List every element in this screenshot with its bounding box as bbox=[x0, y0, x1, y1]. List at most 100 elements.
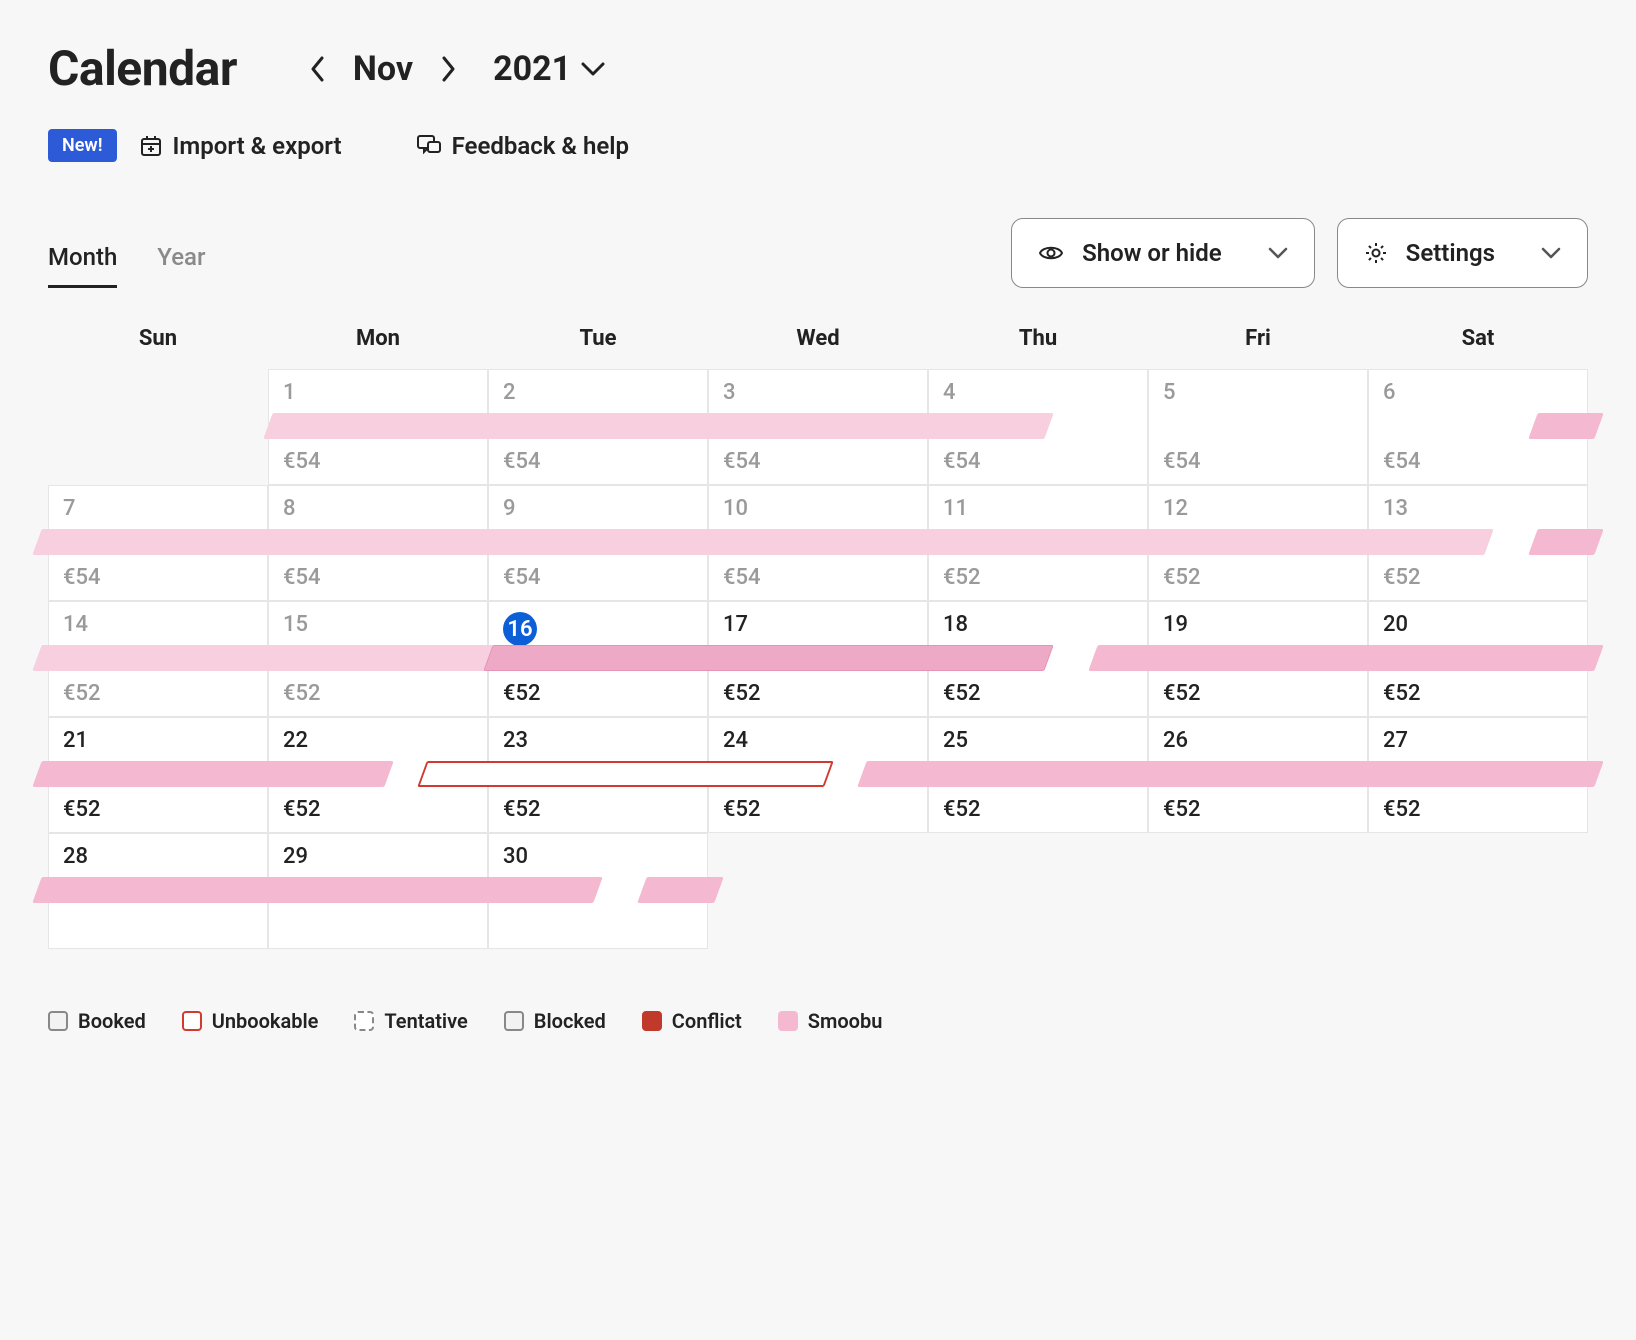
toolbar: New! Import & export Feedback & help bbox=[48, 129, 1588, 162]
legend-tentative-label: Tentative bbox=[384, 1009, 467, 1033]
day-number: 11 bbox=[943, 496, 1133, 521]
day-cell[interactable]: 10€54 bbox=[708, 485, 928, 601]
day-number: 27 bbox=[1383, 728, 1573, 753]
day-cell[interactable]: 26€52 bbox=[1148, 717, 1368, 833]
settings-dropdown[interactable]: Settings bbox=[1337, 218, 1588, 288]
day-price: €52 bbox=[1383, 565, 1573, 590]
day-number: 21 bbox=[63, 728, 253, 753]
day-price: €52 bbox=[63, 681, 253, 706]
tab-month[interactable]: Month bbox=[48, 243, 117, 288]
day-cell[interactable]: 6€54 bbox=[1368, 369, 1588, 485]
day-cell[interactable]: 14€52 bbox=[48, 601, 268, 717]
day-number: 24 bbox=[723, 728, 913, 753]
blocked-swatch-icon bbox=[504, 1011, 524, 1031]
legend-booked-label: Booked bbox=[78, 1009, 146, 1033]
settings-label: Settings bbox=[1406, 239, 1495, 267]
day-cell bbox=[1148, 833, 1368, 949]
day-price: €52 bbox=[283, 797, 473, 822]
view-tabs: Month Year bbox=[48, 243, 205, 288]
day-number: 29 bbox=[283, 844, 473, 869]
day-cell[interactable]: 1 €54 bbox=[268, 369, 488, 485]
dow-cell: Tue bbox=[488, 316, 708, 369]
week-row: 28 29 30 bbox=[48, 833, 1588, 949]
chevron-down-icon bbox=[581, 62, 605, 76]
day-cell bbox=[48, 369, 268, 485]
feedback-help-button[interactable]: Feedback & help bbox=[416, 132, 629, 160]
day-number: 20 bbox=[1383, 612, 1573, 637]
day-number: 30 bbox=[503, 844, 693, 869]
day-price: €52 bbox=[1383, 681, 1573, 706]
day-cell bbox=[1368, 833, 1588, 949]
day-price: €52 bbox=[1383, 797, 1573, 822]
day-price: €52 bbox=[503, 797, 693, 822]
feedback-help-label: Feedback & help bbox=[452, 132, 629, 160]
day-cell[interactable]: 13€52 bbox=[1368, 485, 1588, 601]
day-cell[interactable]: 7€54 bbox=[48, 485, 268, 601]
day-cell[interactable]: 30 bbox=[488, 833, 708, 949]
smoobu-swatch-icon bbox=[778, 1011, 798, 1031]
day-number: 19 bbox=[1163, 612, 1353, 637]
legend-unbookable: Unbookable bbox=[182, 1009, 319, 1033]
week-row: 1€542€543€544€545€546€54 bbox=[48, 369, 1588, 485]
week-row: 7€548€549€5410€5411€5212€5213€52 bbox=[48, 485, 1588, 601]
day-cell[interactable]: 9€54 bbox=[488, 485, 708, 601]
day-price: €52 bbox=[943, 681, 1133, 706]
eye-icon bbox=[1038, 243, 1064, 263]
day-number: 28 bbox=[63, 844, 253, 869]
conflict-swatch-icon bbox=[642, 1011, 662, 1031]
day-cell[interactable]: 4€54 bbox=[928, 369, 1148, 485]
import-export-label: Import & export bbox=[173, 132, 342, 160]
day-cell[interactable]: 24 €52 bbox=[708, 717, 928, 833]
legend: Booked Unbookable Tentative Blocked Conf… bbox=[48, 1009, 1588, 1033]
chevron-right-icon bbox=[440, 56, 456, 82]
day-cell[interactable]: 17€52 bbox=[708, 601, 928, 717]
tab-year[interactable]: Year bbox=[157, 243, 205, 288]
day-number: 23 bbox=[503, 728, 693, 753]
day-price: €52 bbox=[723, 797, 913, 822]
dow-cell: Mon bbox=[268, 316, 488, 369]
day-cell[interactable]: 25€52 bbox=[928, 717, 1148, 833]
day-cell[interactable]: 23 €52 bbox=[488, 717, 708, 833]
day-cell[interactable]: 8€54 bbox=[268, 485, 488, 601]
day-cell bbox=[708, 833, 928, 949]
legend-conflict: Conflict bbox=[642, 1009, 742, 1033]
day-number: 25 bbox=[943, 728, 1133, 753]
day-cell[interactable]: 21 €52 bbox=[48, 717, 268, 833]
legend-smoobu-label: Smoobu bbox=[808, 1009, 883, 1033]
day-cell[interactable]: 20 €52 bbox=[1368, 601, 1588, 717]
day-cell[interactable]: 12€52 bbox=[1148, 485, 1368, 601]
day-price: €54 bbox=[283, 449, 473, 474]
day-cell[interactable]: 22 €52 bbox=[268, 717, 488, 833]
day-number: 7 bbox=[63, 496, 253, 521]
day-cell[interactable]: 16€52 bbox=[488, 601, 708, 717]
day-price: €52 bbox=[723, 681, 913, 706]
day-number: 6 bbox=[1383, 380, 1573, 405]
day-price: €54 bbox=[1163, 449, 1353, 474]
import-export-button[interactable]: Import & export bbox=[139, 132, 342, 160]
show-hide-label: Show or hide bbox=[1082, 239, 1222, 267]
year-dropdown[interactable]: 2021 bbox=[493, 49, 605, 89]
legend-smoobu: Smoobu bbox=[778, 1009, 883, 1033]
day-number: 18 bbox=[943, 612, 1133, 637]
day-cell[interactable]: 3€54 bbox=[708, 369, 928, 485]
day-cell[interactable]: 5€54 bbox=[1148, 369, 1368, 485]
day-cell[interactable]: 11€52 bbox=[928, 485, 1148, 601]
day-cell[interactable]: 18 €52 bbox=[928, 601, 1148, 717]
prev-month-button[interactable] bbox=[301, 52, 335, 86]
day-cell[interactable]: 19€52 bbox=[1148, 601, 1368, 717]
day-number: 22 bbox=[283, 728, 473, 753]
day-cell[interactable]: 27 €52 bbox=[1368, 717, 1588, 833]
month-navigation: Nov 2021 bbox=[301, 49, 605, 89]
day-number: 1 bbox=[283, 380, 473, 405]
day-cell[interactable]: 28 bbox=[48, 833, 268, 949]
chevron-left-icon bbox=[310, 56, 326, 82]
show-hide-dropdown[interactable]: Show or hide bbox=[1011, 218, 1315, 288]
day-cell[interactable]: 29 bbox=[268, 833, 488, 949]
day-price: €52 bbox=[63, 797, 253, 822]
next-month-button[interactable] bbox=[431, 52, 465, 86]
day-price: €52 bbox=[1163, 797, 1353, 822]
day-cell[interactable]: 15€52 bbox=[268, 601, 488, 717]
day-price: €54 bbox=[503, 449, 693, 474]
dow-cell: Fri bbox=[1148, 316, 1368, 369]
day-cell[interactable]: 2€54 bbox=[488, 369, 708, 485]
